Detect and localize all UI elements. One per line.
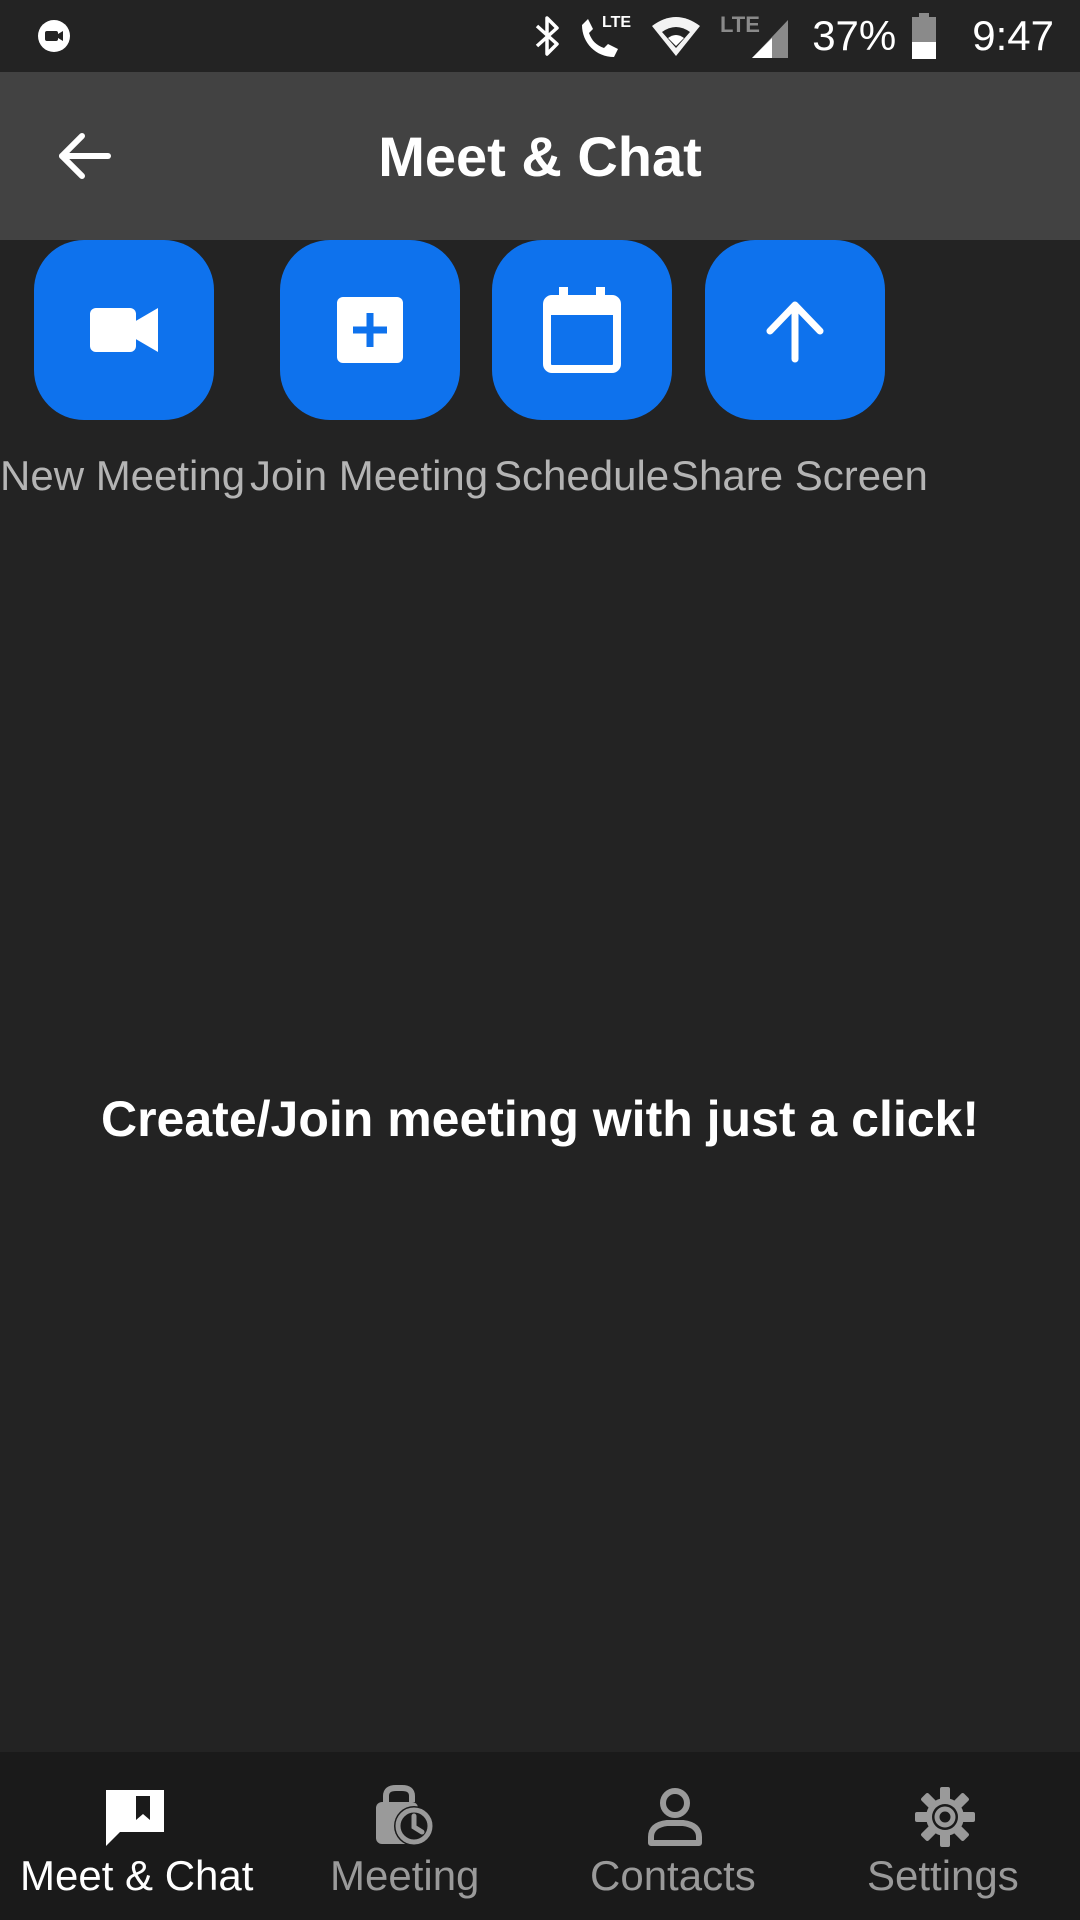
- empty-state-message: Create/Join meeting with just a click!: [100, 1091, 979, 1147]
- lte-call-label: LTE: [602, 14, 631, 31]
- nav-item-meeting[interactable]: Meeting: [270, 1752, 540, 1920]
- status-bar: LTE LTE 37% 9:47: [0, 0, 1080, 72]
- share-screen-action[interactable]: Share Screen: [671, 240, 928, 499]
- nav-label-meeting: Meeting: [330, 1852, 480, 1899]
- app-bar: Meet & Chat: [0, 72, 1080, 240]
- nav-label-meet-chat: Meet & Chat: [20, 1852, 254, 1899]
- nav-label-settings: Settings: [867, 1852, 1019, 1899]
- plus-box-icon: [337, 297, 403, 363]
- join-meeting-action[interactable]: Join Meeting: [250, 240, 488, 499]
- bottom-nav: Meet & Chat Meeting Contacts Settings: [0, 1752, 1080, 1920]
- battery-icon: [910, 12, 938, 60]
- chat-bubble-icon: [100, 1782, 170, 1852]
- nav-item-meet-chat[interactable]: Meet & Chat: [0, 1752, 270, 1920]
- wifi-icon: [650, 14, 702, 58]
- calendar-icon: [543, 287, 621, 373]
- arrow-left-icon: [59, 133, 111, 179]
- back-button[interactable]: [44, 116, 124, 196]
- video-camera-icon: [90, 308, 158, 352]
- video-notification-icon: [36, 18, 72, 54]
- lte-call-icon: LTE: [576, 11, 636, 61]
- share-screen-button[interactable]: [705, 240, 885, 420]
- new-meeting-button[interactable]: [34, 240, 214, 420]
- person-icon: [640, 1782, 710, 1852]
- gear-icon: [910, 1782, 980, 1852]
- nav-label-contacts: Contacts: [590, 1852, 756, 1899]
- schedule-action[interactable]: Schedule: [492, 240, 672, 499]
- schedule-label: Schedule: [494, 452, 670, 499]
- share-screen-label: Share Screen: [671, 452, 928, 499]
- nav-item-settings[interactable]: Settings: [810, 1752, 1080, 1920]
- arrow-up-icon: [766, 301, 824, 363]
- new-meeting-action[interactable]: New Meeting: [0, 240, 245, 499]
- join-meeting-button[interactable]: [280, 240, 460, 420]
- cell-signal-icon: LTE: [716, 12, 792, 60]
- nav-item-contacts[interactable]: Contacts: [540, 1752, 810, 1920]
- join-meeting-label: Join Meeting: [250, 452, 489, 499]
- page-title: Meet & Chat: [378, 124, 702, 188]
- lte-label: LTE: [720, 12, 760, 37]
- battery-percent: 37%: [812, 12, 897, 59]
- clock-bag-icon: [370, 1782, 440, 1852]
- status-icons: LTE LTE 37% 9:47: [532, 0, 1054, 72]
- clock: 9:47: [972, 12, 1054, 59]
- new-meeting-label: New Meeting: [0, 452, 246, 499]
- bluetooth-icon: [532, 14, 562, 58]
- schedule-button[interactable]: [492, 240, 672, 420]
